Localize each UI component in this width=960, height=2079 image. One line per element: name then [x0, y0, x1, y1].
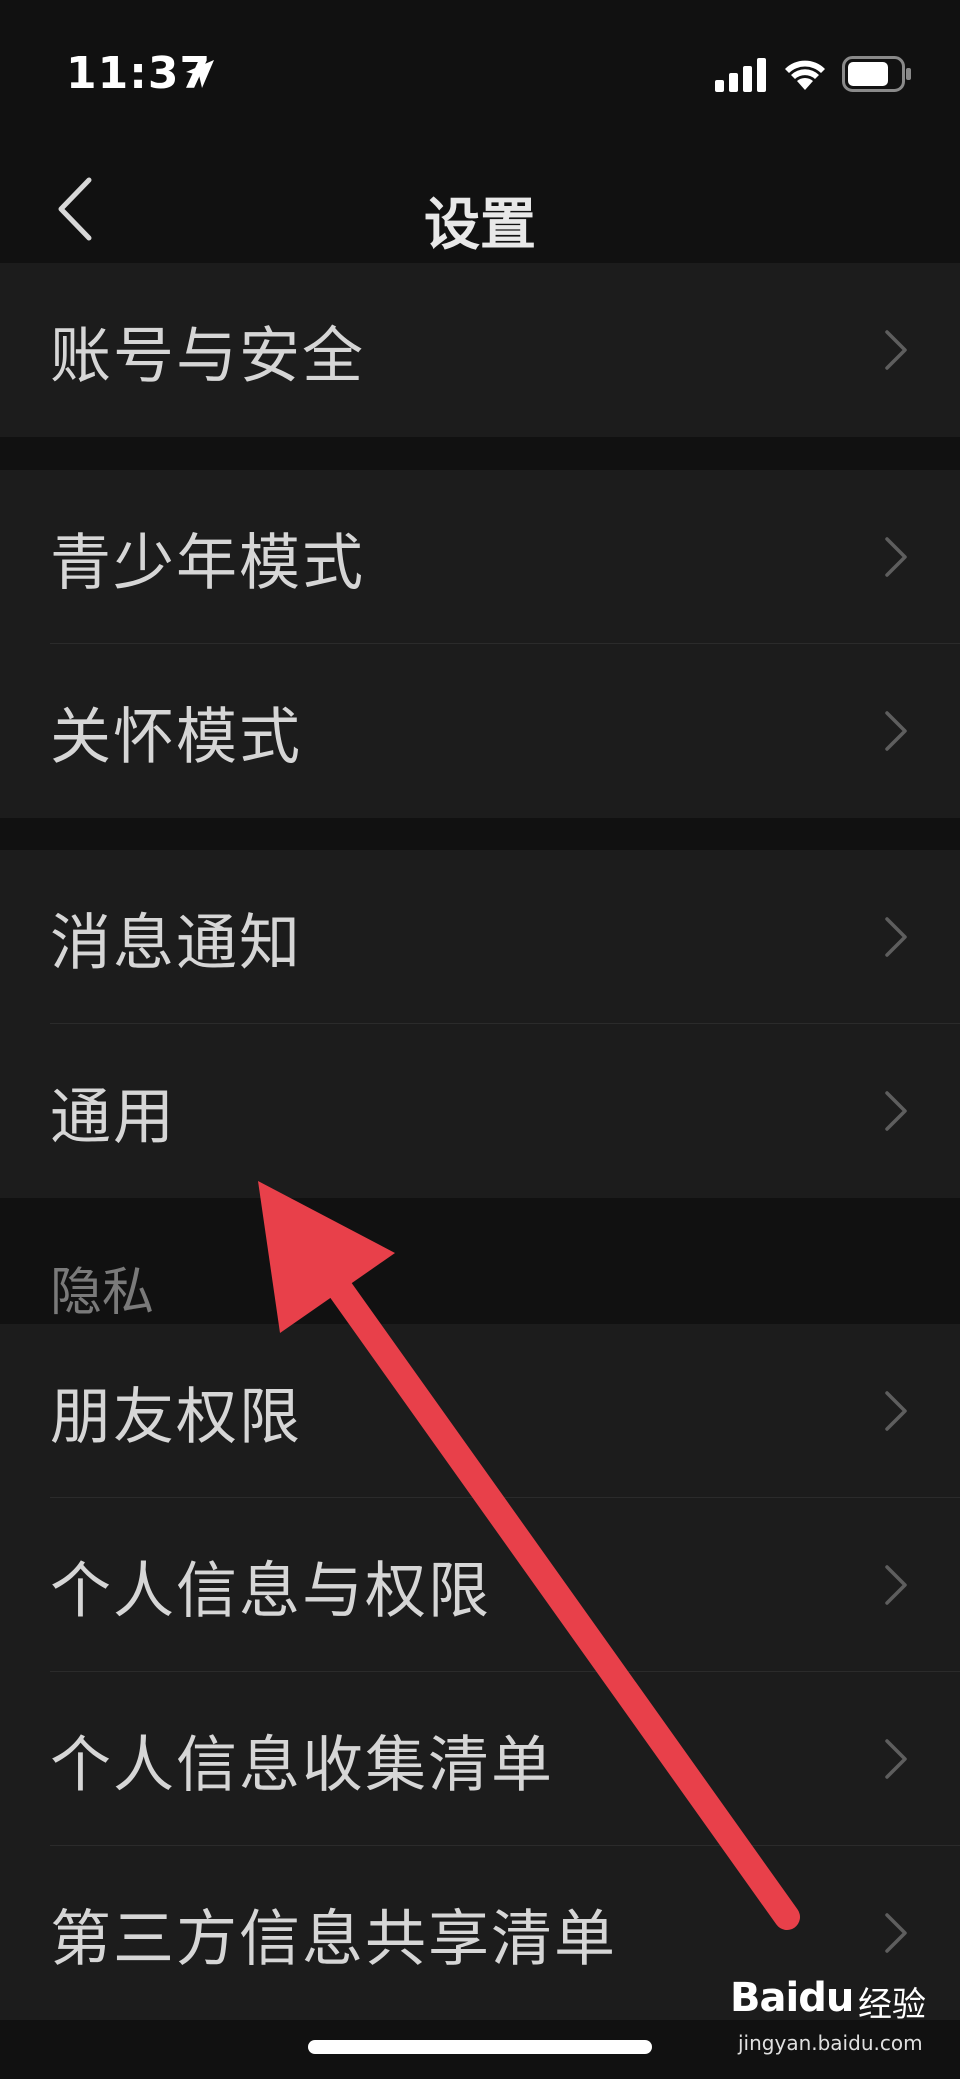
group-modes: 青少年模式 关怀模式: [0, 470, 960, 818]
row-label: 朋友权限: [50, 1381, 303, 1453]
row-notifications[interactable]: 消息通知: [0, 850, 960, 1024]
row-label: 账号与安全: [50, 320, 366, 392]
status-bar: 11:37: [0, 0, 960, 150]
chevron-right-icon: [885, 1739, 907, 1779]
row-care-mode[interactable]: 关怀模式: [0, 644, 960, 818]
group-general: 消息通知 通用: [0, 850, 960, 1198]
chevron-right-icon: [885, 1565, 907, 1605]
chevron-right-icon: [885, 1391, 907, 1431]
row-friend-permissions[interactable]: 朋友权限: [0, 1324, 960, 1498]
group-privacy: 朋友权限 个人信息与权限 个人信息收集清单 第三方信息共享清单: [0, 1324, 960, 2020]
row-account-security[interactable]: 账号与安全: [0, 263, 960, 437]
cellular-signal-icon: [715, 58, 766, 92]
row-label: 第三方信息共享清单: [50, 1903, 618, 1975]
row-general[interactable]: 通用: [0, 1024, 960, 1198]
chevron-right-icon: [885, 711, 907, 751]
navigation-bar: 设置: [0, 150, 960, 262]
watermark-cn: 经验: [858, 1985, 926, 2025]
battery-icon: [842, 56, 911, 92]
location-arrow-icon: [186, 60, 214, 88]
section-header-privacy: 隐私: [50, 1263, 155, 1323]
row-label: 消息通知: [50, 907, 303, 979]
baidu-watermark: Baidu 经验 jingyan.baidu.com: [730, 1975, 940, 2070]
chevron-right-icon: [885, 917, 907, 957]
watermark-url: jingyan.baidu.com: [738, 2031, 923, 2055]
row-label: 通用: [50, 1081, 177, 1153]
row-label: 关怀模式: [50, 701, 303, 773]
row-personal-info-collection[interactable]: 个人信息收集清单: [0, 1672, 960, 1846]
chevron-right-icon: [885, 330, 907, 370]
chevron-right-icon: [885, 537, 907, 577]
row-personal-info-permissions[interactable]: 个人信息与权限: [0, 1498, 960, 1672]
watermark-brand: Baidu: [730, 1975, 854, 2021]
row-label: 个人信息收集清单: [50, 1729, 555, 1801]
home-indicator: [308, 2040, 652, 2054]
chevron-right-icon: [885, 1091, 907, 1131]
group-account: 账号与安全: [0, 263, 960, 437]
wifi-icon: [785, 60, 825, 90]
row-teen-mode[interactable]: 青少年模式: [0, 470, 960, 644]
page-title: 设置: [424, 193, 536, 258]
row-label: 个人信息与权限: [50, 1555, 492, 1627]
row-label: 青少年模式: [50, 527, 366, 599]
chevron-right-icon: [885, 1913, 907, 1953]
